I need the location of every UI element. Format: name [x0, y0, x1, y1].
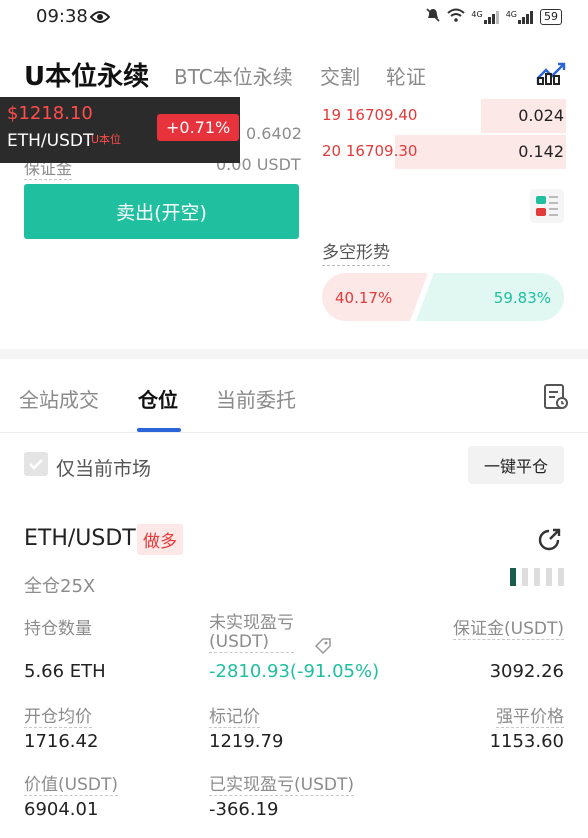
eye-icon	[89, 9, 111, 28]
page-title[interactable]: U本位永续	[24, 56, 149, 93]
liq-price-value: 1153.60	[489, 731, 564, 752]
orderbook-level: 19	[322, 106, 342, 124]
orderbook-row[interactable]: 19 16709.40 0.024	[322, 99, 566, 133]
signal-2-icon: 4G	[506, 10, 534, 24]
section-divider	[0, 349, 588, 359]
tab-positions[interactable]: 仓位	[138, 384, 178, 413]
floating-ticker[interactable]: $1218.10 ETH/USDT U本位 +0.71%	[0, 97, 240, 163]
screen: 09:38 4G 4G 59 U本位永续 BTC本位永续 交割 轮证 可用 0.…	[0, 0, 588, 838]
close-all-button[interactable]: 一键平仓	[468, 446, 564, 484]
status-icons: 4G 4G 59	[425, 7, 562, 26]
orderbook-level: 20	[322, 142, 342, 160]
value-label: 价值(USDT)	[24, 770, 118, 796]
upnl-label: 未实现盈亏 (USDT)	[209, 614, 294, 653]
tab-bottom-border	[0, 432, 588, 433]
upnl-label-line1: 未实现盈亏	[209, 613, 294, 633]
available-value: 0.6402	[246, 124, 302, 143]
ticker-unit: U本位	[91, 133, 122, 146]
history-document-icon[interactable]	[543, 383, 569, 415]
long-percent: 59.83%	[493, 289, 551, 307]
orderbook-price-value: 16709.40	[345, 106, 418, 124]
tab-all-trades[interactable]: 全站成交	[19, 384, 99, 413]
tab-warrants[interactable]: 轮证	[386, 61, 426, 90]
rpnl-label: 已实现盈亏(USDT)	[209, 770, 354, 796]
short-percent: 40.17%	[335, 289, 393, 307]
qty-value: 5.66 ETH	[24, 661, 106, 682]
only-current-market-label[interactable]: 仅当前市场	[56, 454, 151, 481]
price-tag-icon[interactable]	[314, 637, 332, 659]
status-time: 09:38	[36, 6, 88, 27]
ticker-pair: ETH/USDT	[7, 131, 94, 151]
chart-icon[interactable]	[536, 58, 568, 90]
rpnl-value: -366.19	[209, 799, 279, 820]
tab-delivery[interactable]: 交割	[320, 61, 360, 90]
wifi-icon	[447, 8, 466, 25]
upnl-value: -2810.93(-91.05%)	[209, 661, 380, 682]
margin-usdt-value: 3092.26	[489, 661, 564, 682]
sell-open-short-button[interactable]: 卖出(开空)	[24, 184, 299, 239]
battery-icon: 59	[540, 8, 562, 25]
share-icon[interactable]	[536, 527, 562, 557]
net2-label: 4G	[505, 9, 517, 19]
entry-price-label: 开仓均价	[24, 702, 92, 728]
orderbook-price-value: 16709.30	[345, 142, 418, 160]
position-mode: 全仓25X	[24, 576, 96, 597]
mark-price-label: 标记价	[209, 702, 260, 728]
orderbook-row[interactable]: 20 16709.30 0.142	[322, 135, 566, 169]
only-current-market-checkbox[interactable]	[24, 452, 48, 476]
entry-price-value: 1716.42	[24, 731, 99, 752]
tab-open-orders[interactable]: 当前委托	[216, 384, 296, 413]
position-pair[interactable]: ETH/USDT	[24, 526, 136, 551]
ticker-change-badge: +0.71%	[157, 114, 240, 141]
leverage-indicator	[510, 568, 564, 590]
signal-1-icon: 4G	[471, 10, 499, 24]
mark-price-value: 1219.79	[209, 731, 284, 752]
position-side-badge: 做多	[137, 524, 183, 555]
orderbook-qty: 0.142	[518, 142, 564, 161]
orderbook-qty: 0.024	[518, 106, 564, 125]
margin-usdt-label: 保证金(USDT)	[453, 614, 564, 640]
upnl-label-line2: (USDT)	[209, 632, 269, 652]
value-value: 6904.01	[24, 799, 99, 820]
liq-price-label: 强平价格	[496, 702, 564, 728]
orderbook-price: 19 16709.40	[322, 106, 417, 124]
orderbook-price: 20 16709.30	[322, 142, 417, 160]
mute-icon	[425, 7, 441, 26]
sentiment-bar: 40.17% 59.83%	[322, 273, 564, 321]
orderbook-view-toggle-icon[interactable]	[530, 189, 564, 227]
sentiment-label: 多空形势	[322, 238, 390, 266]
net1-label: 4G	[471, 9, 483, 19]
ticker-price: $1218.10	[7, 103, 93, 124]
qty-label: 持仓数量	[24, 619, 92, 639]
tab-btc-perpetual[interactable]: BTC本位永续	[174, 61, 293, 90]
